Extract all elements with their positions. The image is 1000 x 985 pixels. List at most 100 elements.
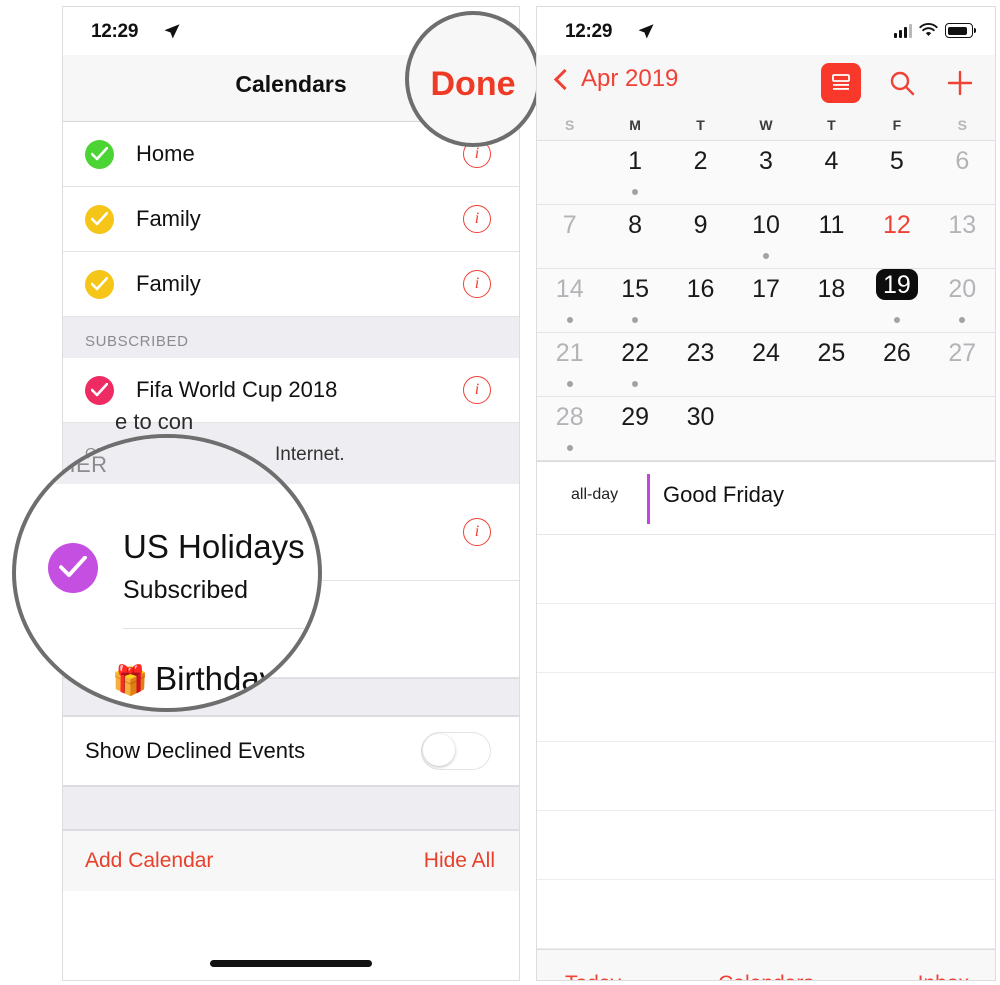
inbox-button[interactable]: Inbox — [918, 972, 969, 980]
back-to-year-button[interactable]: Apr 2019 — [553, 65, 678, 93]
day-number: 3 — [759, 147, 773, 175]
weekday-sat: S — [957, 117, 967, 133]
magnifier-done-circle: Done — [405, 11, 541, 147]
day-cell-6[interactable]: 6 — [930, 141, 995, 204]
checkmark-icon[interactable] — [85, 139, 114, 169]
day-cell-5[interactable]: 5 — [864, 141, 929, 204]
day-number: 15 — [621, 275, 650, 303]
hour-slot[interactable] — [537, 535, 995, 604]
day-cell-20[interactable]: 20 — [930, 269, 995, 332]
magnified-section-header: OTHER — [16, 438, 318, 484]
day-number: 13 — [948, 211, 977, 239]
hour-slot[interactable] — [537, 673, 995, 742]
magnified-checkmark-icon-partial — [16, 650, 44, 696]
day-cell-1[interactable]: 1 — [602, 141, 667, 204]
calendar-row-family-2[interactable]: Family i — [63, 252, 519, 317]
weekday-mon: M — [629, 117, 641, 133]
day-cell-26[interactable]: 26 — [864, 333, 929, 396]
right-status-bar: 12:29 — [537, 7, 995, 55]
magnified-birthdays-name: 🎁 Birthdays — [112, 660, 293, 697]
home-indicator[interactable] — [210, 960, 372, 967]
month-grid: 1 2 3 4 5 6 7 8 9 10 11 12 13 14 15 16 17 18 19 20 21 22 23 24 2… — [537, 141, 995, 461]
day-cell-19[interactable]: 19 — [864, 269, 929, 332]
day-cell-24[interactable]: 24 — [733, 333, 798, 396]
show-declined-events-row[interactable]: Show Declined Events — [63, 716, 519, 786]
location-arrow-icon — [638, 24, 654, 39]
day-cell-9[interactable]: 9 — [668, 205, 733, 268]
day-cell-21[interactable]: 21 — [537, 333, 602, 396]
magnified-calendar-status: Subscribed — [123, 576, 249, 604]
day-number: 20 — [948, 275, 977, 303]
day-cell-27[interactable]: 27 — [930, 333, 995, 396]
hour-slot[interactable] — [537, 811, 995, 880]
checkmark-icon[interactable] — [85, 375, 114, 405]
hide-all-button[interactable]: Hide All — [424, 849, 495, 873]
day-number: 5 — [889, 147, 904, 175]
day-number: 7 — [562, 211, 577, 239]
battery-icon — [945, 23, 976, 38]
day-number: 18 — [817, 275, 846, 303]
list-view-icon[interactable] — [821, 63, 861, 103]
location-arrow-icon — [164, 24, 180, 39]
day-cell-4[interactable]: 4 — [799, 141, 864, 204]
info-button[interactable]: i — [463, 205, 491, 233]
day-cell-30[interactable]: 30 — [668, 397, 733, 460]
calendar-name: Family — [136, 206, 201, 231]
day-number: 14 — [555, 275, 584, 303]
day-cell-8[interactable]: 8 — [602, 205, 667, 268]
day-cell-empty — [799, 397, 864, 460]
day-number: 21 — [555, 339, 584, 367]
info-button[interactable]: i — [463, 518, 491, 546]
plus-icon[interactable] — [943, 66, 977, 100]
day-cell-11[interactable]: 11 — [799, 205, 864, 268]
day-cell-17[interactable]: 17 — [733, 269, 798, 332]
weekday-sun: S — [565, 117, 575, 133]
day-number: 1 — [628, 147, 643, 175]
checkmark-icon[interactable] — [85, 204, 114, 234]
day-number: 16 — [686, 275, 715, 303]
add-calendar-button[interactable]: Add Calendar — [85, 849, 213, 873]
day-cell-13[interactable]: 13 — [930, 205, 995, 268]
event-dot — [566, 445, 573, 451]
day-cell-2[interactable]: 2 — [668, 141, 733, 204]
day-cell-12[interactable]: 12 — [864, 205, 929, 268]
week-row: 21 22 23 24 25 26 27 — [537, 333, 995, 397]
day-cell-empty — [864, 397, 929, 460]
day-number: 23 — [686, 339, 715, 367]
day-cell-18[interactable]: 18 — [799, 269, 864, 332]
day-cell-empty — [930, 397, 995, 460]
day-cell-10[interactable]: 10 — [733, 205, 798, 268]
day-cell-14[interactable]: 14 — [537, 269, 602, 332]
day-cell-empty — [733, 397, 798, 460]
event-dot — [566, 317, 573, 323]
all-day-label: all-day — [571, 486, 619, 503]
day-cell-25[interactable]: 25 — [799, 333, 864, 396]
day-cell-28[interactable]: 28 — [537, 397, 602, 460]
hour-slot[interactable] — [537, 880, 995, 949]
day-cell-16[interactable]: 16 — [668, 269, 733, 332]
event-title[interactable]: Good Friday — [663, 482, 784, 508]
all-day-event-row[interactable]: all-day Good Friday — [537, 461, 995, 535]
hour-slot[interactable] — [537, 742, 995, 811]
day-cell-7[interactable]: 7 — [537, 205, 602, 268]
info-button[interactable]: i — [463, 376, 491, 404]
day-cell-3[interactable]: 3 — [733, 141, 798, 204]
info-button[interactable]: i — [463, 270, 491, 298]
hour-slot[interactable] — [537, 604, 995, 673]
event-color-bar — [647, 474, 650, 524]
day-number: 26 — [882, 339, 911, 367]
today-button[interactable]: Today — [565, 972, 621, 980]
section-header-subscribed: SUBSCRIBED — [63, 317, 519, 358]
calendar-row-family-1[interactable]: Family i — [63, 187, 519, 252]
search-icon[interactable] — [885, 66, 919, 100]
day-number: 17 — [752, 275, 780, 303]
day-cell-22[interactable]: 22 — [602, 333, 667, 396]
calendars-button[interactable]: Calendars — [718, 972, 814, 980]
day-cell-23[interactable]: 23 — [668, 333, 733, 396]
day-cell-29[interactable]: 29 — [602, 397, 667, 460]
checkmark-icon[interactable] — [85, 269, 114, 299]
week-row: 14 15 16 17 18 19 20 — [537, 269, 995, 333]
show-declined-events-toggle[interactable] — [421, 732, 491, 770]
day-cell-15[interactable]: 15 — [602, 269, 667, 332]
screenshot-stage: 12:29 Calendars Done Home i Family i — [0, 0, 1000, 985]
